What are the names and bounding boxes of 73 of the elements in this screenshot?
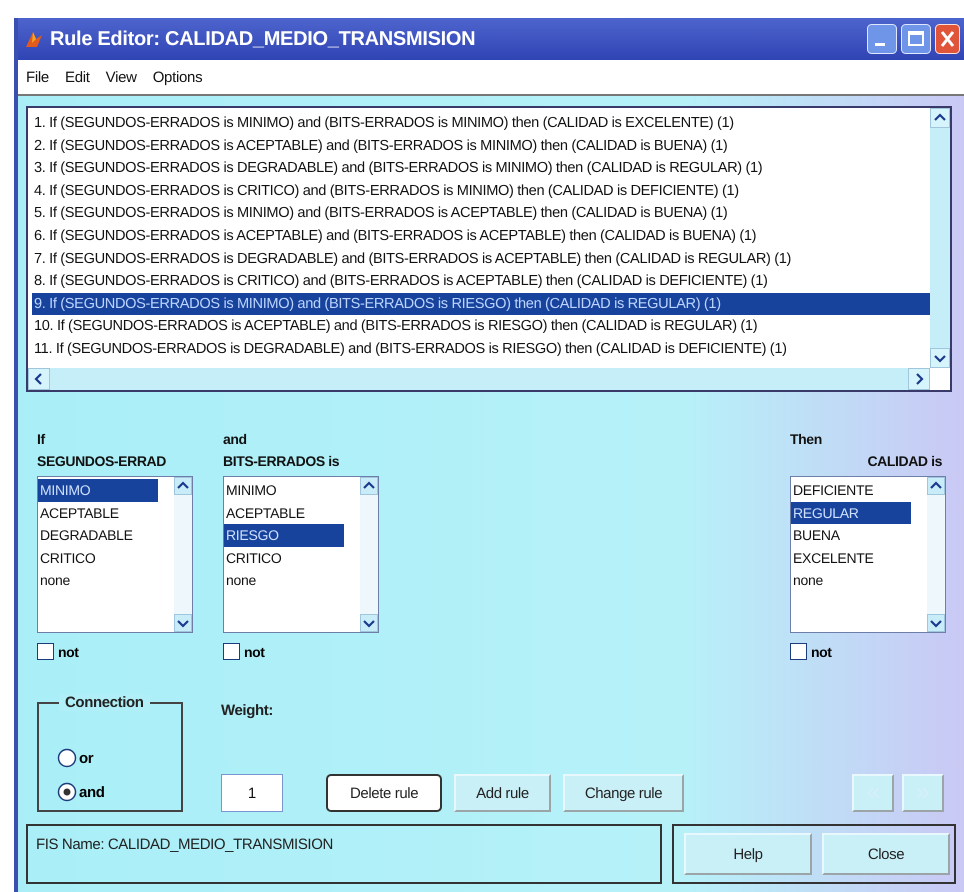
- list-item[interactable]: MINIMO: [224, 479, 344, 502]
- scroll-up-icon[interactable]: [174, 477, 192, 495]
- list-item[interactable]: ACEPTABLE: [38, 502, 158, 524]
- radio-label: or: [79, 750, 94, 766]
- variable-label: SEGUNDOS-ERRAD: [37, 452, 167, 471]
- list-item[interactable]: EXCELENTE: [791, 546, 911, 569]
- list-item[interactable]: ACEPTABLE: [224, 502, 344, 524]
- scroll-down-icon[interactable]: [927, 614, 945, 632]
- group-title: Connection: [59, 694, 150, 711]
- menu-item[interactable]: Edit: [64, 68, 90, 86]
- rule-item[interactable]: 5. If (SEGUNDOS-ERRADOS is MINIMO) and (BITS-ERRADOS is ACEPTABLE) then (CALIDAD is BUENA) (1): [32, 202, 728, 225]
- checkbox[interactable]: [223, 643, 240, 660]
- radio-button[interactable]: [57, 748, 77, 768]
- list-item[interactable]: RIESGO: [224, 524, 344, 546]
- rule-item[interactable]: 6. If (SEGUNDOS-ERRADOS is ACEPTABLE) and (BITS-ERRADOS is ACEPTABLE) then (CALIDAD is BUENA) (1): [32, 224, 756, 248]
- list-item[interactable]: none: [791, 569, 911, 592]
- list-item[interactable]: MINIMO: [38, 479, 158, 502]
- rule-item[interactable]: 7. If (SEGUNDOS-ERRADOS is DEGRADABLE) and (BITS-ERRADOS is ACEPTABLE) then (CALIDAD is REGULAR) (1): [32, 248, 792, 270]
- listbox[interactable]: MINIMO ACEPTABLE RIESGO CRITICO none: [223, 476, 379, 633]
- rule-item[interactable]: 3. If (SEGUNDOS-ERRADOS is DEGRADABLE) and (BITS-ERRADOS is MINIMO) then (CALIDAD is REGULAR) (1): [32, 157, 762, 180]
- footer-button[interactable]: Close: [822, 833, 950, 875]
- menu-item[interactable]: View: [106, 68, 137, 86]
- list-item[interactable]: DEGRADABLE: [38, 524, 158, 546]
- checkbox[interactable]: [790, 643, 807, 660]
- list-item[interactable]: none: [224, 569, 344, 592]
- checkbox-label: not: [58, 644, 79, 660]
- variable-label: CALIDAD is: [867, 452, 943, 471]
- checkbox-label: not: [244, 644, 265, 660]
- section-header: and: [223, 430, 248, 449]
- weight-label: Weight:: [221, 702, 274, 719]
- section-header: If: [37, 430, 46, 449]
- menu-item[interactable]: Options: [152, 68, 202, 86]
- scroll-down-icon[interactable]: [174, 614, 192, 632]
- window-title: Rule Editor: CALIDAD_MEDIO_TRANSMISION: [50, 28, 476, 50]
- scroll-down-icon[interactable]: [930, 348, 950, 368]
- rule-item[interactable]: 10. If (SEGUNDOS-ERRADOS is ACEPTABLE) and (BITS-ERRADOS is RIESGO) then (CALIDAD is REGULAR) (1): [32, 315, 758, 338]
- rule-item[interactable]: 1. If (SEGUNDOS-ERRADOS is MINIMO) and (BITS-ERRADOS is MINIMO) then (CALIDAD is EXCELENTE) (1): [32, 112, 734, 135]
- list-item[interactable]: none: [38, 569, 158, 592]
- maximize-icon[interactable]: [901, 24, 931, 54]
- weight-field[interactable]: 1: [221, 774, 283, 812]
- scroll-up-icon[interactable]: [930, 108, 950, 128]
- close-icon[interactable]: [935, 24, 960, 54]
- rule-item[interactable]: 4. If (SEGUNDOS-ERRADOS is CRITICO) and (BITS-ERRADOS is MINIMO) then (CALIDAD is DEFICIENTE) (1): [32, 180, 739, 202]
- checkbox-label: not: [811, 644, 832, 660]
- scroll-down-icon[interactable]: [360, 614, 378, 632]
- listbox[interactable]: MINIMO ACEPTABLE DEGRADABLE CRITICO none: [37, 476, 193, 633]
- minimize-icon[interactable]: [867, 24, 897, 54]
- list-item[interactable]: CRITICO: [38, 546, 158, 569]
- scroll-right-icon[interactable]: [908, 368, 930, 390]
- scroll-left-icon[interactable]: [28, 368, 50, 390]
- list-item[interactable]: DEFICIENTE: [791, 479, 911, 502]
- action-button[interactable]: Delete rule: [326, 774, 442, 812]
- radio-button[interactable]: [57, 782, 77, 802]
- section-header: Then: [790, 430, 822, 449]
- action-button[interactable]: Add rule: [454, 774, 551, 812]
- checkbox[interactable]: [37, 643, 54, 660]
- radio-label: and: [79, 784, 104, 800]
- menu-item[interactable]: File: [26, 68, 49, 86]
- action-button[interactable]: Change rule: [562, 774, 684, 812]
- variable-label: BITS-ERRADOS is: [223, 452, 340, 471]
- status-text: FIS Name: CALIDAD_MEDIO_TRANSMISION: [26, 824, 662, 884]
- list-item[interactable]: REGULAR: [791, 502, 911, 524]
- rule-item[interactable]: 9. If (SEGUNDOS-ERRADOS is MINIMO) and (BITS-ERRADOS is RIESGO) then (CALIDAD is REGULAR) (1): [32, 292, 930, 316]
- listbox[interactable]: DEFICIENTE REGULAR BUENA EXCELENTE none: [790, 476, 946, 633]
- scroll-up-icon[interactable]: [360, 477, 378, 495]
- rule-item[interactable]: 2. If (SEGUNDOS-ERRADOS is ACEPTABLE) and (BITS-ERRADOS is MINIMO) then (CALIDAD is BUENA) (1): [32, 134, 728, 158]
- footer-button[interactable]: Help: [684, 833, 812, 875]
- list-item[interactable]: BUENA: [791, 524, 911, 546]
- list-item[interactable]: CRITICO: [224, 546, 344, 569]
- rule-item[interactable]: 11. If (SEGUNDOS-ERRADOS is DEGRADABLE) and (BITS-ERRADOS is RIESGO) then (CALIDAD is DEFICIENTE) (1): [32, 338, 787, 361]
- rule-list[interactable]: [26, 106, 952, 392]
- scroll-up-icon[interactable]: [927, 477, 945, 495]
- rule-item[interactable]: 8. If (SEGUNDOS-ERRADOS is CRITICO) and (BITS-ERRADOS is ACEPTABLE) then (CALIDAD is DEFICIENTE) (1): [32, 270, 768, 293]
